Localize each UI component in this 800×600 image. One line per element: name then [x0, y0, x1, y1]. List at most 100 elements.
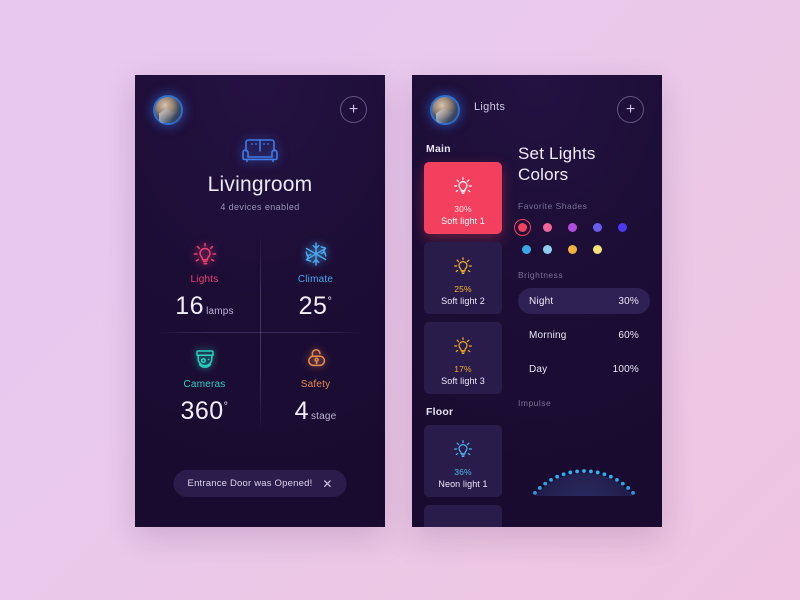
brightness-label: Brightness: [518, 270, 564, 280]
shade-swatch[interactable]: [543, 223, 552, 232]
shade-slot[interactable]: [543, 219, 568, 236]
lightbulb-icon: [450, 251, 476, 281]
shade-slot[interactable]: [593, 245, 618, 254]
phone-right-lights: Lights + Main 30% Soft light 1 25% Soft …: [412, 75, 662, 527]
light-label: Soft light 2: [441, 295, 485, 306]
notification-toast[interactable]: Entrance Door was Opened! ✕: [173, 470, 347, 497]
tile-unit: lamps: [206, 306, 234, 317]
light-label: Soft light 1: [441, 215, 485, 226]
shade-swatch[interactable]: [568, 245, 577, 254]
tile-label: Cameras: [183, 379, 226, 390]
tile-value: 25°: [260, 292, 371, 321]
lights-settings-panel: Set Lights Colors Favorite Shades Bright…: [514, 143, 650, 527]
shade-slot[interactable]: [593, 219, 618, 236]
avatar[interactable]: [153, 95, 183, 125]
page-title: Lights: [474, 101, 506, 113]
tile-value: 4 stage: [260, 397, 371, 426]
tile-unit: stage: [310, 411, 337, 422]
degree-symbol: °: [223, 400, 229, 413]
tile-number: 25: [298, 292, 328, 320]
tile-lights[interactable]: Lights 16 lamps: [149, 227, 260, 332]
shade-swatch[interactable]: [568, 223, 577, 232]
light-percent: 36%: [454, 466, 472, 477]
light-card-soft-light-2[interactable]: 25% Soft light 2: [424, 242, 502, 314]
group-title-floor: Floor: [426, 406, 454, 418]
tile-number: 4: [294, 397, 309, 425]
brightness-name: Morning: [529, 329, 567, 341]
lights-list: Main 30% Soft light 1 25% Soft light 2 1…: [424, 143, 502, 527]
shade-slot[interactable]: [568, 245, 593, 254]
shade-slot[interactable]: [543, 245, 568, 254]
light-card-neon-light-1[interactable]: 36% Neon light 1: [424, 425, 502, 497]
degree-symbol: °: [327, 295, 333, 308]
toast-message: Entrance Door was Opened!: [187, 478, 313, 489]
light-label: Neon light 1: [438, 478, 488, 489]
impulse-dial[interactable]: 25: [518, 464, 650, 496]
shade-swatch[interactable]: [593, 223, 602, 232]
shade-selected-ring[interactable]: [514, 219, 531, 236]
impulse-dial-wrap: 25: [518, 416, 650, 496]
light-label: Soft light 3: [441, 375, 485, 386]
device-grid: Lights 16 lamps Climate 25° Cameras 360°…: [149, 227, 371, 437]
shade-slot[interactable]: [518, 245, 543, 254]
add-button[interactable]: +: [340, 96, 367, 123]
lightbulb-icon: [450, 331, 476, 361]
screenshot-canvas: + Livingroom 4 devices enabled Lights 16…: [0, 0, 800, 600]
light-percent: 30%: [454, 203, 472, 214]
tile-label: Lights: [190, 274, 219, 285]
snowflake-icon: [260, 237, 371, 271]
room-name: Livingroom: [207, 173, 313, 196]
shades-row-2: [518, 245, 650, 254]
dial-dot-track: [533, 469, 635, 495]
favorite-shades-label: Favorite Shades: [518, 201, 588, 211]
camera-icon: [149, 342, 260, 376]
tile-label: Safety: [300, 379, 331, 390]
shade-swatch[interactable]: [543, 245, 552, 254]
avatar[interactable]: [430, 95, 460, 125]
room-subtitle: 4 devices enabled: [220, 202, 300, 212]
tile-number: 360: [180, 397, 224, 425]
brightness-row-night[interactable]: Night 30%: [518, 288, 650, 314]
light-card-soft-light-1[interactable]: 30% Soft light 1: [424, 162, 502, 234]
shade-slot[interactable]: [568, 219, 593, 236]
tile-number: 16: [175, 292, 205, 320]
brightness-name: Night: [529, 295, 554, 307]
tile-value: 16 lamps: [149, 292, 260, 321]
phone-left-dashboard: + Livingroom 4 devices enabled Lights 16…: [135, 75, 385, 527]
brightness-name: Day: [529, 363, 548, 375]
tile-label: Climate: [297, 274, 334, 285]
lightbulb-icon: [450, 526, 476, 527]
tile-safety[interactable]: Safety 4 stage: [260, 332, 371, 437]
lightbulb-icon: [149, 237, 260, 271]
light-card-partial[interactable]: [424, 505, 502, 527]
shade-swatch[interactable]: [518, 223, 527, 232]
brightness-value: 60%: [618, 329, 639, 341]
shade-slot[interactable]: [618, 219, 643, 236]
lock-icon: [260, 342, 371, 376]
group-title-main: Main: [426, 143, 451, 155]
light-percent: 17%: [454, 363, 472, 374]
tile-climate[interactable]: Climate 25°: [260, 227, 371, 332]
brightness-row-day[interactable]: Day 100%: [518, 356, 650, 382]
close-icon[interactable]: ✕: [322, 478, 332, 490]
add-button[interactable]: +: [617, 96, 644, 123]
panel-title: Set Lights Colors: [518, 144, 596, 184]
brightness-row-morning[interactable]: Morning 60%: [518, 322, 650, 348]
shade-swatch[interactable]: [522, 245, 531, 254]
lightbulb-icon: [450, 434, 476, 464]
right-header: Lights +: [430, 95, 644, 125]
light-card-soft-light-3[interactable]: 17% Soft light 3: [424, 322, 502, 394]
shade-swatch[interactable]: [618, 223, 627, 232]
shade-swatch[interactable]: [593, 245, 602, 254]
sofa-icon: [238, 135, 282, 165]
shade-slot[interactable]: [514, 219, 543, 236]
light-percent: 25%: [454, 283, 472, 294]
shades-row-1: [514, 219, 650, 236]
room-summary: Livingroom 4 devices enabled: [135, 135, 385, 212]
left-header: +: [153, 95, 367, 125]
tile-value: 360°: [149, 397, 260, 426]
tile-cameras[interactable]: Cameras 360°: [149, 332, 260, 437]
impulse-label: Impulse: [518, 398, 552, 408]
brightness-value: 100%: [612, 363, 639, 375]
brightness-value: 30%: [618, 295, 639, 307]
